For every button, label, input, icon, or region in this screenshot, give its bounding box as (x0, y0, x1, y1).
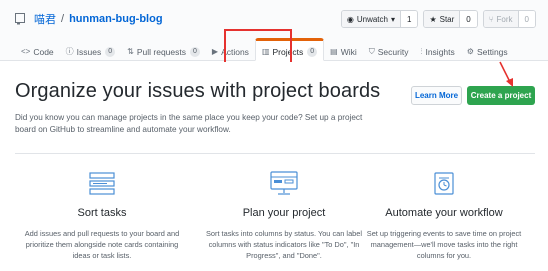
projects-count-badge: 0 (307, 46, 318, 57)
issue-icon: ⓘ (65, 47, 74, 56)
repo-separator: / (61, 13, 65, 25)
forks-count[interactable]: 0 (518, 11, 535, 27)
chevron-down-icon: ▾ (390, 14, 395, 24)
unwatch-button[interactable]: ◉ Unwatch ▾ (341, 11, 401, 27)
actions-icon: ▶ (211, 47, 219, 56)
page-title: Organize your issues with project boards (15, 80, 381, 102)
feature-plan-project: Plan your project Sort tasks into column… (204, 170, 364, 261)
tab-code[interactable]: <> Code (15, 38, 60, 61)
feature-text: Add issues and pull requests to your boa… (24, 229, 180, 260)
projects-tab-highlight-box (224, 29, 292, 65)
automate-workflow-icon (434, 172, 454, 195)
tab-pull-requests[interactable]: ⇅ Pull requests 0 (121, 38, 206, 61)
tab-settings[interactable]: ⚙ Settings (461, 38, 514, 61)
watchers-count[interactable]: 1 (400, 11, 418, 27)
feature-sort-tasks: Sort tasks Add issues and pull requests … (22, 170, 182, 261)
eye-icon: ◉ (346, 14, 354, 24)
tab-issues[interactable]: ⓘ Issues 0 (60, 38, 121, 61)
fork-icon: ⑂ (488, 14, 494, 24)
tab-insights[interactable]: ⫶ Insights (414, 38, 460, 61)
star-icon: ★ (429, 14, 437, 24)
repo-owner-link[interactable]: 喵君 (34, 11, 56, 27)
page-description: Did you know you can manage projects in … (15, 113, 363, 134)
gear-icon: ⚙ (466, 47, 474, 56)
repo-name-link[interactable]: hunman-bug-blog (69, 13, 162, 25)
feature-title: Sort tasks (77, 207, 127, 219)
issues-count-badge: 0 (105, 46, 116, 57)
graph-icon: ⫶ (420, 46, 423, 56)
pull-request-icon: ⇅ (127, 47, 134, 56)
feature-automate-workflow: Automate your workflow Set up triggering… (364, 170, 524, 261)
feature-text: Sort tasks into columns by status. You c… (205, 229, 363, 260)
plan-project-icon (270, 171, 298, 195)
wiki-icon: ▤ (330, 47, 338, 56)
feature-text: Set up triggering events to save time on… (366, 229, 522, 260)
repo-actions: ◉ Unwatch ▾ 1 ★ Star 0 ⑂ Fork 0 (340, 10, 536, 28)
section-divider (15, 153, 535, 154)
pull-requests-count-badge: 0 (190, 46, 200, 57)
feature-title: Plan your project (242, 207, 326, 219)
tab-wiki[interactable]: ▤ Wiki (324, 38, 363, 61)
unwatch-button-group: ◉ Unwatch ▾ 1 (340, 10, 419, 28)
learn-more-button[interactable]: Learn More (411, 86, 462, 105)
annotation-arrow-icon (499, 61, 513, 87)
tab-security[interactable]: ⛉ Security (363, 38, 415, 61)
fork-button-group: ⑂ Fork 0 (482, 10, 536, 28)
fork-button[interactable]: ⑂ Fork (483, 11, 519, 27)
repo-icon (15, 13, 25, 25)
sort-tasks-icon (89, 172, 115, 195)
stars-count[interactable]: 0 (460, 11, 477, 27)
create-project-button[interactable]: Create a project (467, 86, 535, 105)
star-button-group: ★ Star 0 (423, 10, 478, 28)
code-icon: <> (21, 47, 31, 56)
repo-title: 喵君 / hunman-bug-blog (15, 11, 163, 27)
feature-title: Automate your workflow (385, 207, 503, 219)
star-button[interactable]: ★ Star (424, 11, 461, 27)
shield-icon: ⛉ (368, 46, 375, 56)
